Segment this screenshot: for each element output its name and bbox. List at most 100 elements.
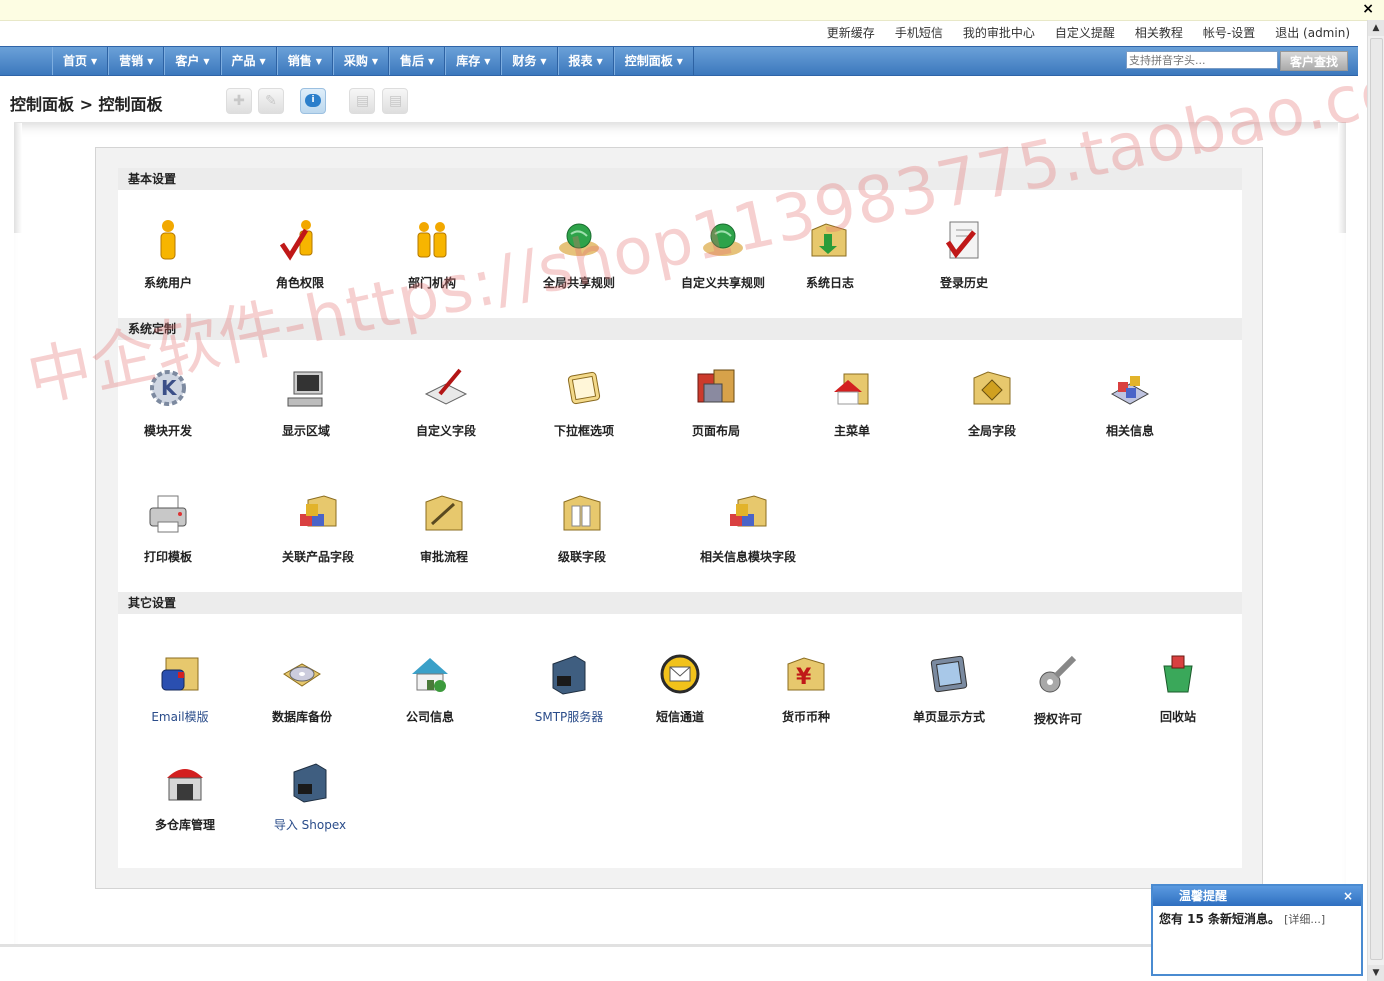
tile-display-areas[interactable]: 显示区域: [256, 364, 356, 439]
nav-after-sales[interactable]: 售后 ▼: [389, 47, 446, 75]
chevron-down-icon: ▼: [596, 56, 603, 66]
tile-recycle-bin[interactable]: 回收站: [1128, 650, 1228, 725]
link-tutorials[interactable]: 相关教程: [1135, 24, 1183, 41]
key-icon: [1034, 650, 1082, 698]
scroll-thumb[interactable]: [1370, 38, 1383, 960]
document-icon: ▤: [389, 93, 403, 109]
tile-db-backup[interactable]: 数据库备份: [252, 650, 352, 725]
tile-company-info[interactable]: 公司信息: [380, 650, 480, 725]
nav-products[interactable]: 产品 ▼: [220, 47, 277, 75]
popup-message: 您有 15 条新短消息。: [1159, 912, 1281, 926]
vertical-scrollbar[interactable]: ▲ ▼: [1367, 20, 1384, 981]
tile-product-fields[interactable]: 关联产品字段: [256, 490, 380, 565]
import-button[interactable]: ▤: [349, 88, 375, 114]
tile-departments[interactable]: 部门机构: [382, 216, 482, 291]
tile-global-sharing-rules[interactable]: 全局共享规则: [514, 216, 644, 291]
nav-customers[interactable]: 客户 ▼: [164, 47, 221, 75]
pencil-icon: ✎: [265, 93, 277, 109]
tile-system-users[interactable]: 系统用户: [118, 216, 218, 291]
tile-currency[interactable]: ¥ 货币币种: [756, 650, 856, 725]
scroll-up-icon[interactable]: ▲: [1368, 20, 1384, 36]
tablet-icon: [925, 650, 973, 698]
popup-title: 温馨提醒: [1179, 889, 1228, 903]
add-button[interactable]: ✚: [226, 88, 252, 114]
chevron-down-icon: ▼: [91, 56, 98, 66]
tile-smtp-server[interactable]: SMTP服务器: [514, 650, 624, 725]
cubes-folder-icon: [724, 490, 772, 538]
checklist-icon: [940, 216, 988, 264]
link-custom-reminder[interactable]: 自定义提醒: [1055, 24, 1115, 41]
scroll-down-icon[interactable]: ▼: [1368, 965, 1384, 981]
svg-text:¥: ¥: [796, 665, 812, 690]
globe-hand-icon: [699, 216, 747, 264]
layout-blocks-icon: [692, 364, 740, 412]
tile-dropdown-options[interactable]: 下拉框选项: [534, 364, 634, 439]
nav-finance[interactable]: 财务 ▼: [501, 47, 558, 75]
team-icon: [408, 216, 456, 264]
tile-related-info[interactable]: 相关信息: [1080, 364, 1180, 439]
chat-bubble-icon: i: [305, 94, 321, 107]
tile-page-layout[interactable]: 页面布局: [666, 364, 766, 439]
tile-global-fields[interactable]: 全局字段: [942, 364, 1042, 439]
edit-button[interactable]: ✎: [258, 88, 284, 114]
trash-icon: [1154, 650, 1202, 698]
section-header-basic: 基本设置: [118, 168, 1242, 190]
envelope-badge-icon: [656, 650, 704, 698]
nav-marketing[interactable]: 营销 ▼: [108, 47, 165, 75]
popup-detail-link[interactable]: [详细...]: [1284, 913, 1325, 926]
main-nav: 首页 ▼ 营销 ▼ 客户 ▼ 产品 ▼ 销售 ▼ 采购 ▼ 售后 ▼ 库存 ▼ 财务 ▼ 报表 ▼ …: [0, 46, 1358, 76]
link-refresh-cache[interactable]: 更新缓存: [827, 24, 875, 41]
chevron-down-icon: ▼: [428, 56, 435, 66]
tile-page-display[interactable]: 单页显示方式: [894, 650, 1004, 725]
nav-inventory[interactable]: 库存 ▼: [445, 47, 502, 75]
nav-home[interactable]: 首页 ▼: [52, 47, 109, 75]
customer-search-input[interactable]: [1126, 51, 1278, 69]
mailbox-folder-icon: [156, 650, 204, 698]
folder-download-icon: [806, 216, 854, 264]
tile-login-history[interactable]: 登录历史: [914, 216, 1014, 291]
pen-paper-icon: [422, 364, 470, 412]
disc-folder-icon: [278, 650, 326, 698]
tile-module-dev[interactable]: K 模块开发: [118, 364, 218, 439]
nav-purchasing[interactable]: 采购 ▼: [332, 47, 390, 75]
tile-license[interactable]: 授权许可: [1008, 650, 1108, 727]
link-sms[interactable]: 手机短信: [895, 24, 943, 41]
tile-main-menu[interactable]: 主菜单: [802, 364, 902, 439]
nav-reports[interactable]: 报表 ▼: [557, 47, 614, 75]
chevron-down-icon: ▼: [147, 56, 154, 66]
close-icon[interactable]: ×: [1343, 886, 1353, 906]
tile-role-permissions[interactable]: 角色权限: [250, 216, 350, 291]
folder-diamond-icon: [968, 364, 1016, 412]
nav-control-panel[interactable]: 控制面板 ▼: [613, 47, 694, 75]
cubes-folder-icon: [294, 490, 342, 538]
house-icon: [406, 650, 454, 698]
tile-email-templates[interactable]: Email模版: [130, 650, 230, 725]
message-button[interactable]: i: [300, 88, 326, 114]
tile-custom-fields[interactable]: 自定义字段: [396, 364, 496, 439]
close-icon[interactable]: ×: [1362, 1, 1374, 17]
tile-import-shopex[interactable]: 导入 Shopex: [260, 758, 360, 833]
tile-approval-flow[interactable]: 审批流程: [394, 490, 494, 565]
yen-folder-icon: ¥: [782, 650, 830, 698]
tile-multi-warehouse[interactable]: 多仓库管理: [130, 758, 240, 833]
link-approval-center[interactable]: 我的审批中心: [963, 24, 1035, 41]
chevron-down-icon: ▼: [484, 56, 491, 66]
chevron-down-icon: ▼: [203, 56, 210, 66]
tile-custom-sharing-rules[interactable]: 自定义共享规则: [658, 216, 788, 291]
tile-related-module-fields[interactable]: 相关信息模块字段: [678, 490, 818, 565]
customer-search-button[interactable]: 客户查找: [1280, 51, 1348, 71]
export-button[interactable]: ▤: [382, 88, 408, 114]
link-logout[interactable]: 退出 (admin): [1275, 24, 1350, 41]
plus-icon: ✚: [233, 93, 245, 109]
tile-system-logs[interactable]: 系统日志: [780, 216, 880, 291]
breadcrumb: 控制面板 > 控制面板: [10, 95, 163, 114]
tile-sms-channel[interactable]: 短信通道: [630, 650, 730, 725]
reminder-popup: 温馨提醒 × 您有 15 条新短消息。 [详细...]: [1151, 884, 1363, 976]
window-stack-icon: [560, 364, 608, 412]
nav-sales[interactable]: 销售 ▼: [276, 47, 333, 75]
gear-k-icon: K: [144, 364, 192, 412]
chevron-down-icon: ▼: [371, 56, 379, 66]
link-account-settings[interactable]: 帐号-设置: [1203, 24, 1255, 41]
tile-print-templates[interactable]: 打印模板: [118, 490, 218, 565]
tile-cascade-fields[interactable]: 级联字段: [532, 490, 632, 565]
